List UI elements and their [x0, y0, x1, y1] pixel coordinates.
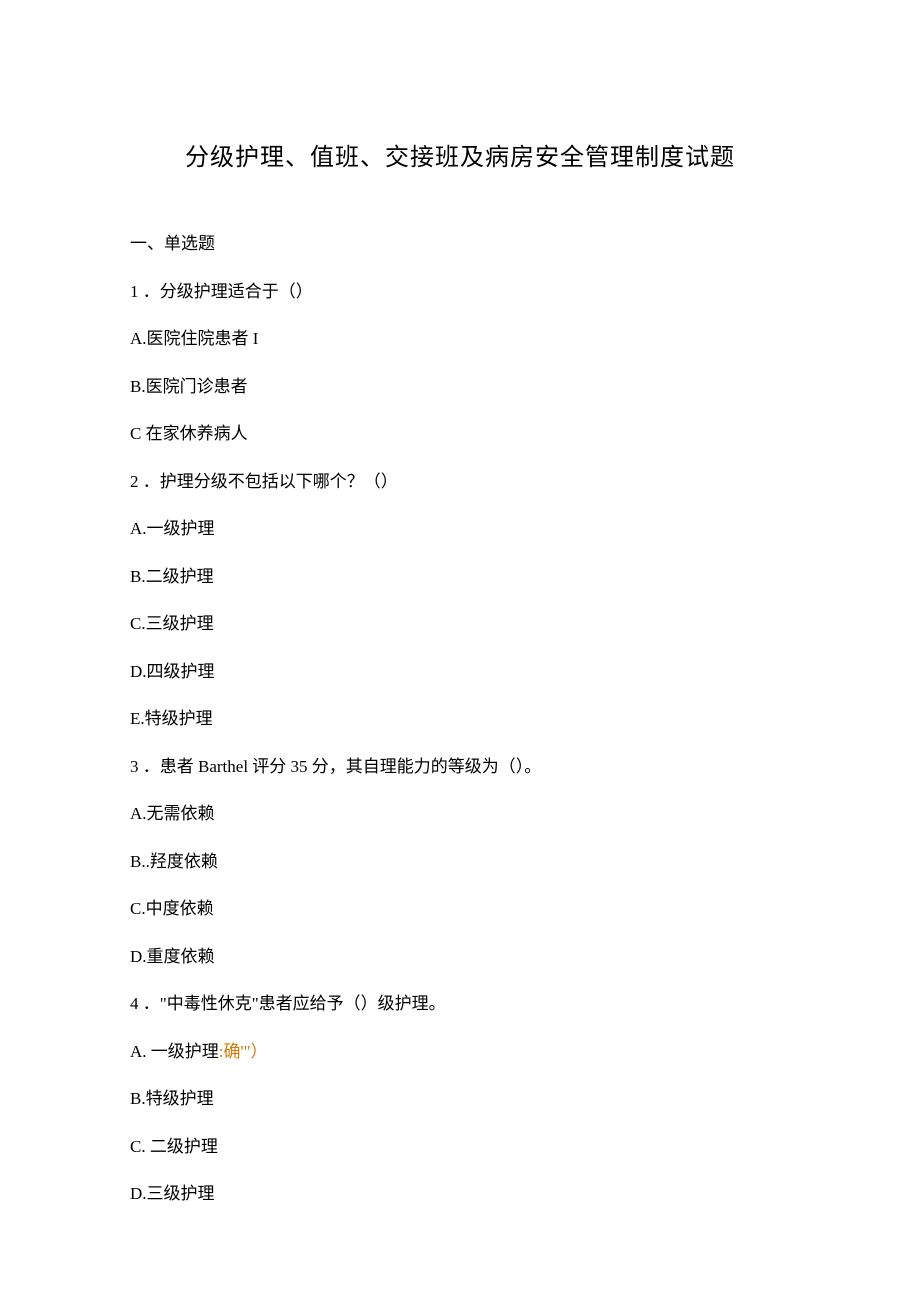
question-number: 1 ． [130, 282, 160, 301]
option-a: A.医院住院患者 I [130, 326, 790, 352]
option-d: D.重度依赖 [130, 944, 790, 970]
question-text: 2 ．护理分级不包括以下哪个？（） [130, 469, 790, 495]
question-3: 3 ．患者 Barthel 评分 35 分，其自理能力的等级为（）。 A.无需依… [130, 754, 790, 970]
option-a: A.无需依赖 [130, 801, 790, 827]
question-text: 1 ．分级护理适合于（） [130, 279, 790, 305]
question-body: 患者 Barthel 评分 35 分，其自理能力的等级为（）。 [160, 757, 542, 776]
question-2: 2 ．护理分级不包括以下哪个？（） A.一级护理 B.二级护理 C.三级护理 D… [130, 469, 790, 732]
option-c: C.三级护理 [130, 611, 790, 637]
option-c: C 在家休养病人 [130, 421, 790, 447]
option-c: C.中度依赖 [130, 896, 790, 922]
option-b: B.二级护理 [130, 564, 790, 590]
option-d: D.三级护理 [130, 1181, 790, 1207]
option-d: D.四级护理 [130, 659, 790, 685]
option-a: A.一级护理 [130, 516, 790, 542]
option-b: B.医院门诊患者 [130, 374, 790, 400]
option-a: A. 一级护理:确'"） [130, 1039, 790, 1065]
section-heading: 一、单选题 [130, 231, 790, 257]
question-number: 2 ． [130, 472, 160, 491]
option-c: C. 二级护理 [130, 1134, 790, 1160]
question-number: 3 ． [130, 757, 160, 776]
question-body: 护理分级不包括以下哪个？（） [160, 472, 398, 491]
option-a-text: A. 一级护理 [130, 1042, 219, 1061]
question-number: 4 ． [130, 994, 160, 1013]
question-1: 1 ．分级护理适合于（） A.医院住院患者 I B.医院门诊患者 C 在家休养病… [130, 279, 790, 447]
page-title: 分级护理、值班、交接班及病房安全管理制度试题 [130, 140, 790, 176]
question-body: "中毒性休克"患者应给予（）级护理。 [160, 994, 446, 1013]
hint-text: :确'"） [219, 1042, 268, 1061]
question-body: 分级护理适合于（） [160, 282, 313, 301]
question-text: 4 ．"中毒性休克"患者应给予（）级护理。 [130, 991, 790, 1017]
question-text: 3 ．患者 Barthel 评分 35 分，其自理能力的等级为（）。 [130, 754, 790, 780]
question-4: 4 ．"中毒性休克"患者应给予（）级护理。 A. 一级护理:确'"） B.特级护… [130, 991, 790, 1207]
option-b: B.特级护理 [130, 1086, 790, 1112]
option-b: B..羟度依赖 [130, 849, 790, 875]
option-e: E.特级护理 [130, 706, 790, 732]
